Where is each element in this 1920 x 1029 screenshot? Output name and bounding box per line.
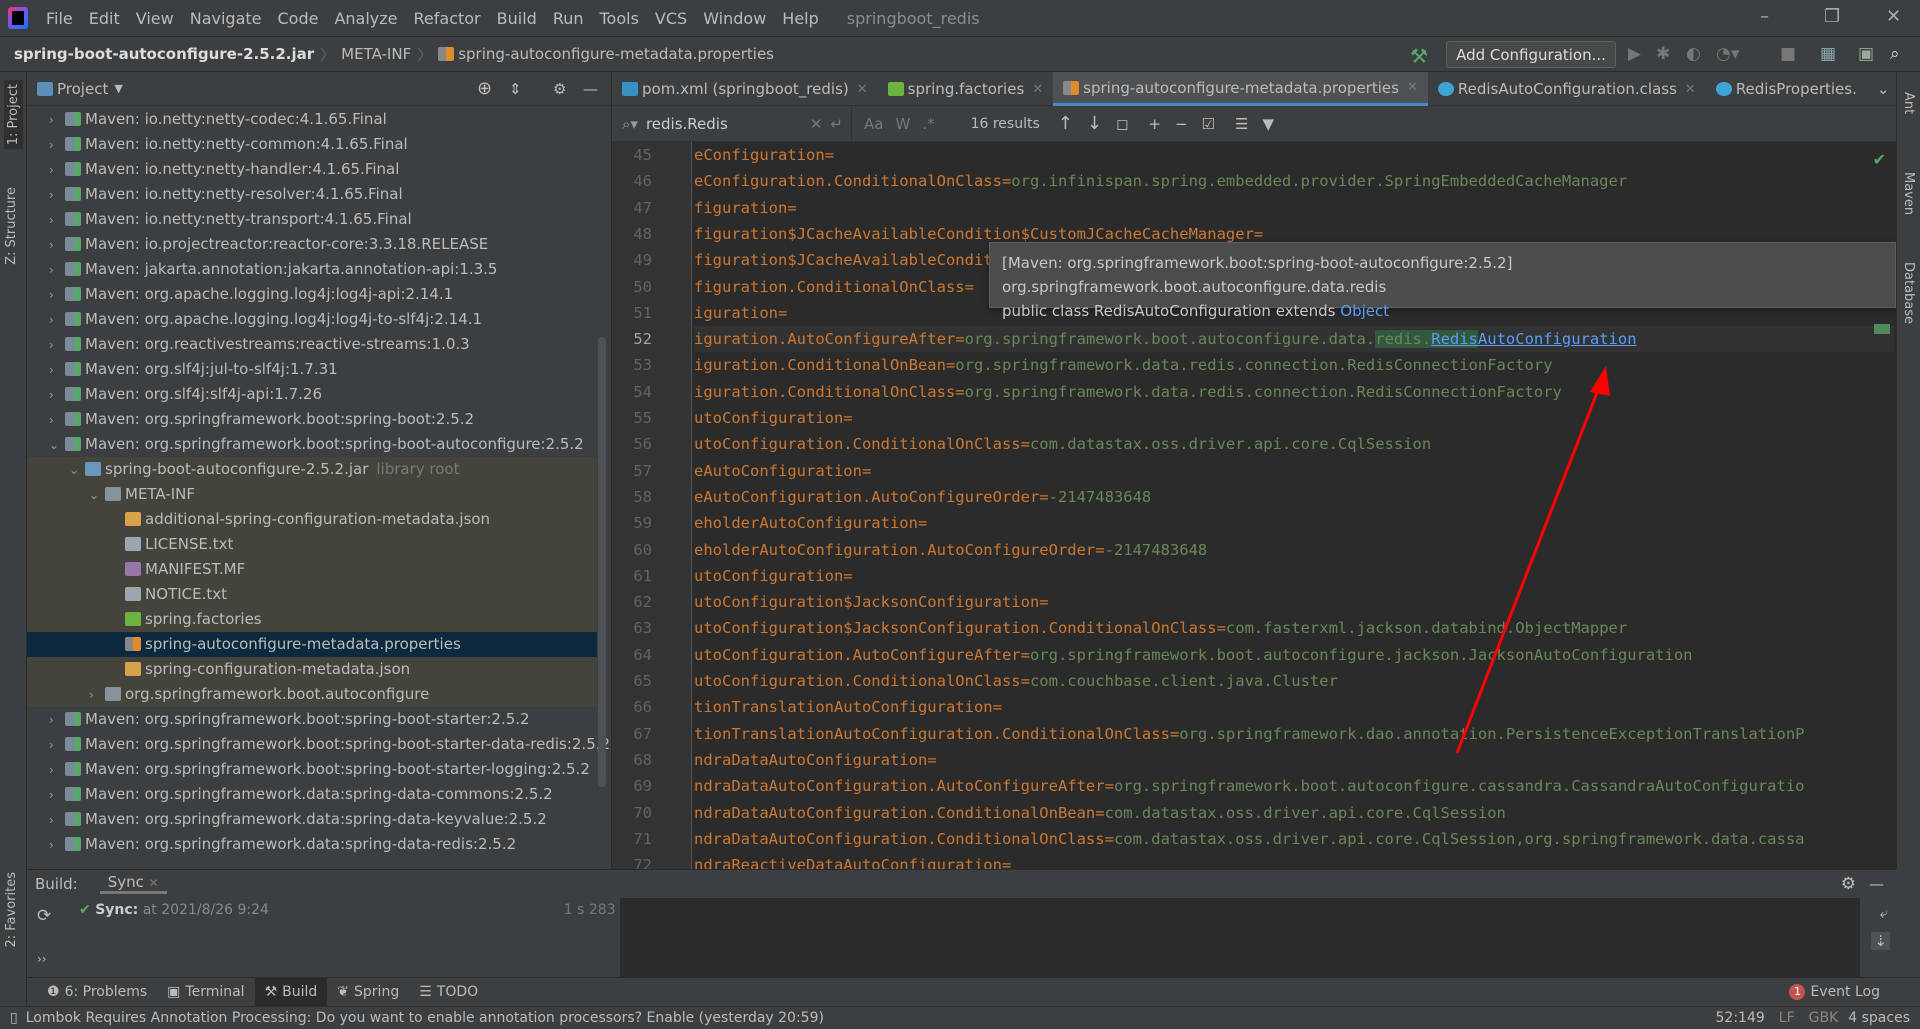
tool-window-label: TODO bbox=[436, 984, 479, 1000]
file-encoding[interactable]: GBK bbox=[1809, 1010, 1839, 1026]
scroll-to-end-icon[interactable]: ⇣ bbox=[1871, 932, 1890, 950]
gear-icon[interactable]: ⚙ bbox=[1841, 874, 1856, 894]
tool-window-bar: ❶ 6: Problems ▣ Terminal ⚒ Build ❦ Spring ☰ TODO … bbox=[27, 977, 1920, 1007]
sync-label: Sync: bbox=[95, 902, 139, 918]
tool-window-problems[interactable]: ❶ 6: Problems bbox=[37, 978, 157, 1007]
sync-row[interactable]: ✔ Sync: at 2021/8/26 9:24 bbox=[79, 902, 269, 918]
close-tab-icon[interactable]: ✕ bbox=[149, 876, 159, 890]
quick-doc-tooltip: [Maven: org.springframework.boot:spring-… bbox=[989, 242, 1896, 320]
red-arrow-head bbox=[1590, 366, 1610, 396]
tool-window-label: 6: Problems bbox=[64, 984, 148, 1000]
expand-icon[interactable]: ›› bbox=[37, 952, 47, 966]
success-check-icon: ✔ bbox=[79, 902, 91, 918]
hide-icon[interactable]: — bbox=[1869, 875, 1884, 893]
tool-window-label: Build bbox=[282, 984, 318, 1000]
build-console[interactable]: ⤶ ⇣ bbox=[620, 898, 1890, 978]
tab-sync-label: Sync bbox=[107, 873, 144, 891]
notification-icon[interactable]: ▯ bbox=[10, 1010, 18, 1026]
tooltip-object-link[interactable]: Object bbox=[1340, 302, 1389, 320]
todo-icon: ☰ bbox=[419, 984, 432, 1000]
tool-window-spring[interactable]: ❦ Spring bbox=[327, 978, 409, 1007]
ant-tool-button[interactable]: Ant bbox=[1901, 92, 1916, 114]
hammer-icon: ⚒ bbox=[264, 984, 278, 1000]
tool-window-terminal[interactable]: ▣ Terminal bbox=[157, 978, 254, 1007]
sync-time: at 2021/8/26 9:24 bbox=[142, 902, 269, 918]
event-count-badge: 1 bbox=[1789, 984, 1806, 1000]
maven-tool-button[interactable]: Maven bbox=[1901, 172, 1916, 215]
sync-refresh-icon[interactable]: ⟳ bbox=[37, 906, 51, 926]
tool-window-hammer[interactable]: ⚒ Build bbox=[254, 977, 328, 1007]
caret-position[interactable]: 52:149 bbox=[1716, 1010, 1765, 1026]
status-bar: ▯ Lombok Requires Annotation Processing:… bbox=[0, 1006, 1920, 1029]
event-log-button[interactable]: 1 Event Log bbox=[1789, 984, 1880, 1000]
event-log-label: Event Log bbox=[1810, 984, 1880, 1000]
terminal-icon: ▣ bbox=[167, 984, 181, 1000]
right-tool-stripe: Ant Maven Database bbox=[1896, 72, 1920, 869]
tool-window-todo[interactable]: ☰ TODO bbox=[409, 978, 488, 1007]
build-tree: ✔ Sync: at 2021/8/26 9:24 1 s 283 ms bbox=[57, 898, 647, 978]
line-separator[interactable]: LF bbox=[1779, 1010, 1795, 1026]
tooltip-line1: [Maven: org.springframework.boot:spring-… bbox=[1002, 254, 1513, 296]
build-panel: Build: Sync ✕ ⚙ — ⟳ ›› ✔ Sync: at 2021/8… bbox=[27, 869, 1896, 978]
spring-icon: ❦ bbox=[337, 984, 350, 1000]
tool-window-label: Terminal bbox=[185, 984, 245, 1000]
indent-setting[interactable]: 4 spaces bbox=[1848, 1010, 1910, 1026]
status-message[interactable]: Lombok Requires Annotation Processing: D… bbox=[26, 1010, 824, 1026]
tooltip-line2: public class RedisAutoConfiguration exte… bbox=[1002, 302, 1341, 320]
tool-window-label: Spring bbox=[354, 984, 400, 1000]
tab-sync[interactable]: Sync ✕ bbox=[99, 873, 167, 894]
red-arrow-line bbox=[1455, 384, 1602, 754]
problems-icon: ❶ bbox=[47, 984, 60, 1000]
database-tool-button[interactable]: Database bbox=[1901, 262, 1916, 324]
soft-wrap-icon[interactable]: ⤶ bbox=[1880, 904, 1888, 922]
build-label: Build: bbox=[35, 874, 78, 893]
